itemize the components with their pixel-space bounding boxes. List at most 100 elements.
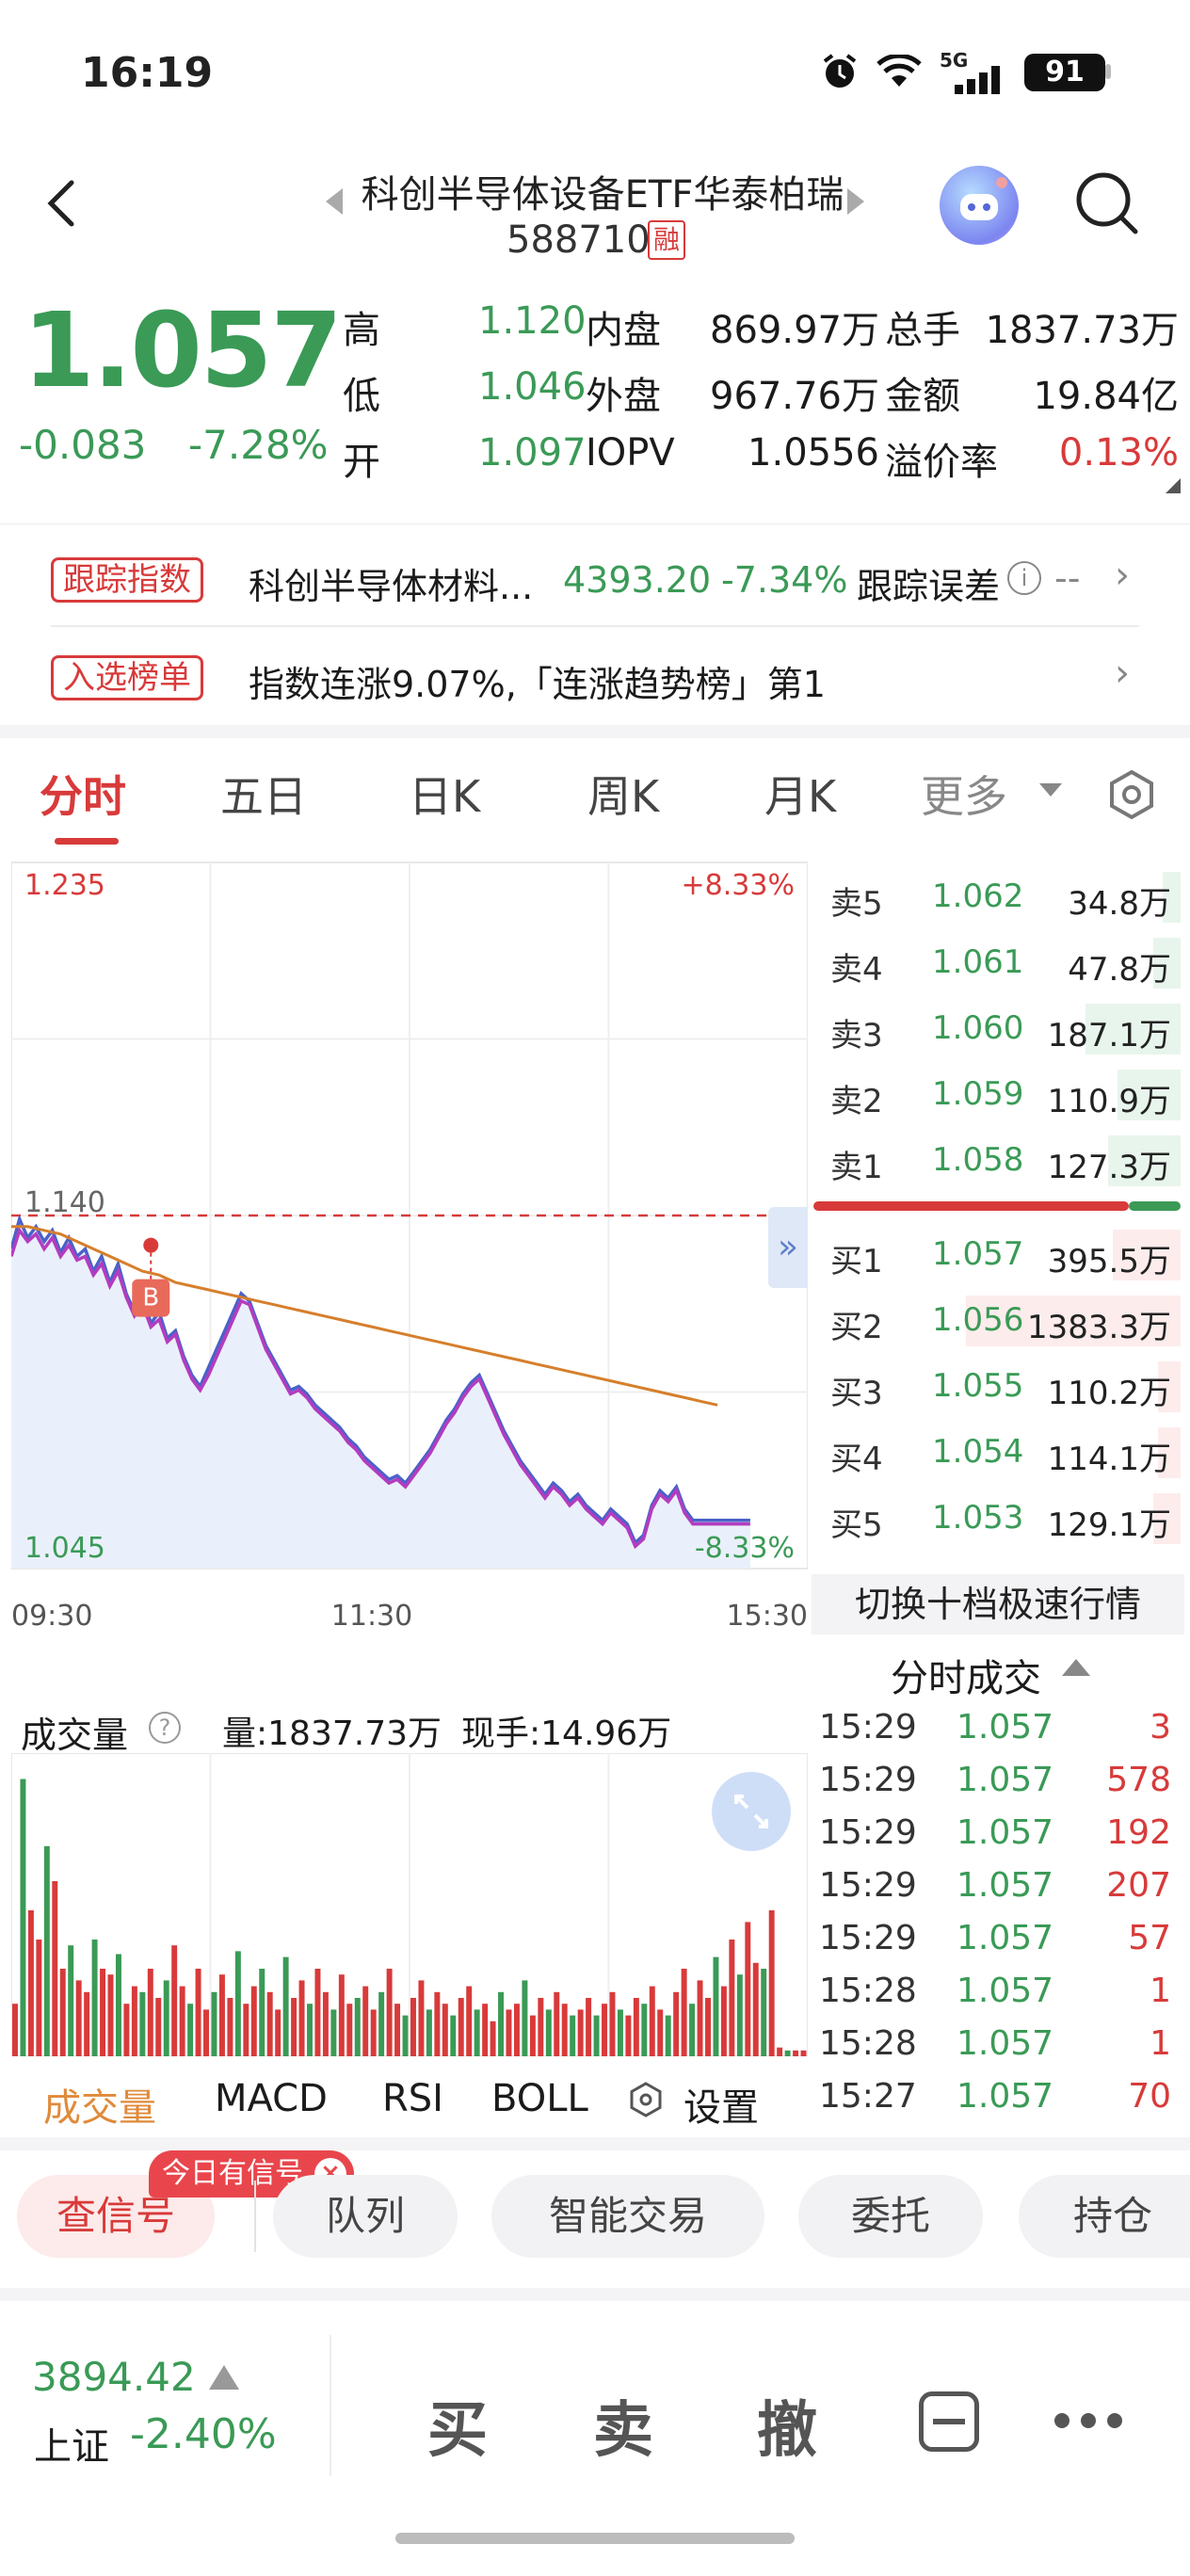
- volume-bar: [577, 2009, 584, 2056]
- trade-time: 15:29: [819, 1813, 917, 1852]
- stat-label: 金额: [885, 375, 960, 418]
- pct-label-bottom: -8.33%: [695, 1532, 795, 1565]
- trade-time: 15:28: [819, 1972, 917, 2010]
- ask-row[interactable]: 卖1 1.058 127.3万: [813, 1128, 1190, 1194]
- bid-row[interactable]: 买1 1.057 395.5万: [813, 1222, 1190, 1288]
- search-icon[interactable]: [1071, 168, 1143, 239]
- bid-row[interactable]: 买5 1.053 129.1万: [813, 1486, 1190, 1552]
- tab-weekly-k[interactable]: 周K: [587, 763, 659, 825]
- switch-ten-level-button[interactable]: 切换十档极速行情: [812, 1574, 1184, 1634]
- volume-bar: [59, 1969, 66, 2056]
- orders-button[interactable]: 委托: [798, 2175, 983, 2258]
- bid-row[interactable]: 买2 1.056 1383.3万: [813, 1288, 1190, 1354]
- indicator-tab-rsi[interactable]: RSI: [382, 2077, 443, 2120]
- cancel-order-button[interactable]: 撤: [757, 2382, 817, 2469]
- dropdown-arrow-icon[interactable]: [1039, 783, 1062, 797]
- indicator-tab-macd[interactable]: MACD: [215, 2077, 328, 2120]
- bid-row[interactable]: 买4 1.054 114.1万: [813, 1420, 1190, 1486]
- expand-corner-icon[interactable]: [1166, 478, 1181, 493]
- level-volume: 187.1万: [1047, 1017, 1171, 1055]
- buy-button[interactable]: 买: [427, 2382, 488, 2469]
- stat-value: 1837.73万: [985, 309, 1179, 352]
- ranking-tag: 入选榜单: [51, 655, 203, 700]
- sell-button[interactable]: 卖: [593, 2382, 653, 2469]
- trade-volume: 1: [1150, 1972, 1171, 2010]
- trade-price: 1.057: [957, 1972, 1054, 2010]
- fullscreen-icon[interactable]: [712, 1772, 791, 1851]
- prev-stock-icon[interactable]: [326, 188, 343, 215]
- level-price: 1.055: [932, 1367, 1024, 1405]
- more-icon[interactable]: [1051, 2407, 1126, 2435]
- queue-button[interactable]: 队列: [273, 2175, 458, 2258]
- level-label: 买5: [830, 1506, 883, 1544]
- volume-bar: [314, 1969, 321, 2056]
- volume-bar: [426, 2009, 432, 2056]
- indicator-tab-volume[interactable]: 成交量: [43, 2077, 156, 2132]
- volume-chart[interactable]: [11, 1753, 808, 2056]
- stat-value: 1.046: [478, 365, 587, 409]
- help-icon[interactable]: ?: [149, 1712, 181, 1744]
- volume-bar: [123, 2004, 130, 2056]
- volume-bar: [752, 1962, 759, 2056]
- volume-bar: [800, 2050, 807, 2056]
- volume-bar: [36, 1940, 42, 2056]
- stat-value: 967.76万: [710, 375, 879, 418]
- level-label: 买1: [830, 1243, 883, 1280]
- volume-bar: [736, 1974, 743, 2056]
- index-pct: -2.40%: [130, 2410, 277, 2458]
- volume-bar: [84, 1991, 90, 2056]
- bid-row[interactable]: 买3 1.055 110.2万: [813, 1354, 1190, 1420]
- volume-bar: [378, 1991, 385, 2056]
- tracking-index-name[interactable]: 科创半导体材料...: [249, 557, 533, 609]
- trade-volume: 57: [1128, 1919, 1171, 1957]
- volume-bar: [20, 1779, 26, 2056]
- tab-more[interactable]: 更多: [921, 763, 1007, 825]
- volume-bar: [402, 2015, 409, 2056]
- chart-settings-icon[interactable]: [1103, 766, 1160, 823]
- volume-bar: [346, 2004, 353, 2056]
- volume-bar: [641, 2004, 648, 2056]
- trade-time: 15:29: [819, 1761, 917, 1799]
- ranking-text[interactable]: 指数连涨9.07%,「连涨趋势榜」第1: [249, 655, 826, 707]
- tab-daily-k[interactable]: 日K: [409, 763, 480, 825]
- next-stock-icon[interactable]: [847, 188, 864, 215]
- smart-trade-button[interactable]: 智能交易: [491, 2175, 764, 2258]
- volume-bar: [250, 1986, 257, 2056]
- volume-bar: [482, 2004, 489, 2056]
- positions-button[interactable]: 持仓: [1019, 2175, 1190, 2258]
- price-area: [11, 1218, 750, 1569]
- tab-five-day[interactable]: 五日: [220, 763, 307, 825]
- minimize-icon[interactable]: [919, 2391, 979, 2452]
- trade-price: 1.057: [957, 1761, 1054, 1799]
- trade-price: 1.057: [957, 1866, 1054, 1905]
- signal-badge-text: 今日有信号: [162, 2157, 303, 2190]
- collapse-orderbook-handle[interactable]: »: [768, 1207, 808, 1288]
- info-icon[interactable]: i: [1007, 561, 1041, 595]
- trade-row: 15:29 1.057 207: [813, 1860, 1190, 1913]
- level-label: 卖5: [830, 885, 883, 923]
- orders-label: 委托: [850, 2193, 930, 2239]
- indicator-tab-settings[interactable]: 设置: [683, 2077, 759, 2132]
- volume-bar: [27, 1910, 34, 2056]
- trade-volume: 3: [1150, 1708, 1171, 1747]
- chevron-right-icon[interactable]: ›: [1115, 652, 1130, 695]
- settings-icon[interactable]: [627, 2081, 665, 2118]
- level-price: 1.058: [932, 1141, 1024, 1179]
- tab-monthly-k[interactable]: 月K: [764, 763, 836, 825]
- intraday-chart[interactable]: B 1.235 1.140 1.045 +8.33% -8.33% 09:30 11:30 15…: [11, 853, 808, 1644]
- back-button[interactable]: [43, 175, 90, 232]
- index-value[interactable]: 3894.42: [32, 2354, 196, 2400]
- ask-row[interactable]: 卖4 1.061 47.8万: [813, 930, 1190, 996]
- indicator-tab-boll[interactable]: BOLL: [491, 2077, 588, 2120]
- tab-intraday[interactable]: 分时: [40, 763, 126, 825]
- trade-volume: 578: [1106, 1761, 1171, 1799]
- trade-time: 15:28: [819, 2024, 917, 2063]
- chevron-right-icon[interactable]: ›: [1115, 554, 1130, 597]
- ask-row[interactable]: 卖2 1.059 110.9万: [813, 1062, 1190, 1128]
- ask-row[interactable]: 卖3 1.060 187.1万: [813, 996, 1190, 1062]
- volume-bar: [43, 1845, 50, 2056]
- ask-row[interactable]: 卖5 1.062 34.8万: [813, 864, 1190, 930]
- collapse-up-icon[interactable]: [1062, 1659, 1090, 1676]
- volume-bar: [538, 1998, 544, 2056]
- assistant-avatar-icon[interactable]: [940, 166, 1019, 245]
